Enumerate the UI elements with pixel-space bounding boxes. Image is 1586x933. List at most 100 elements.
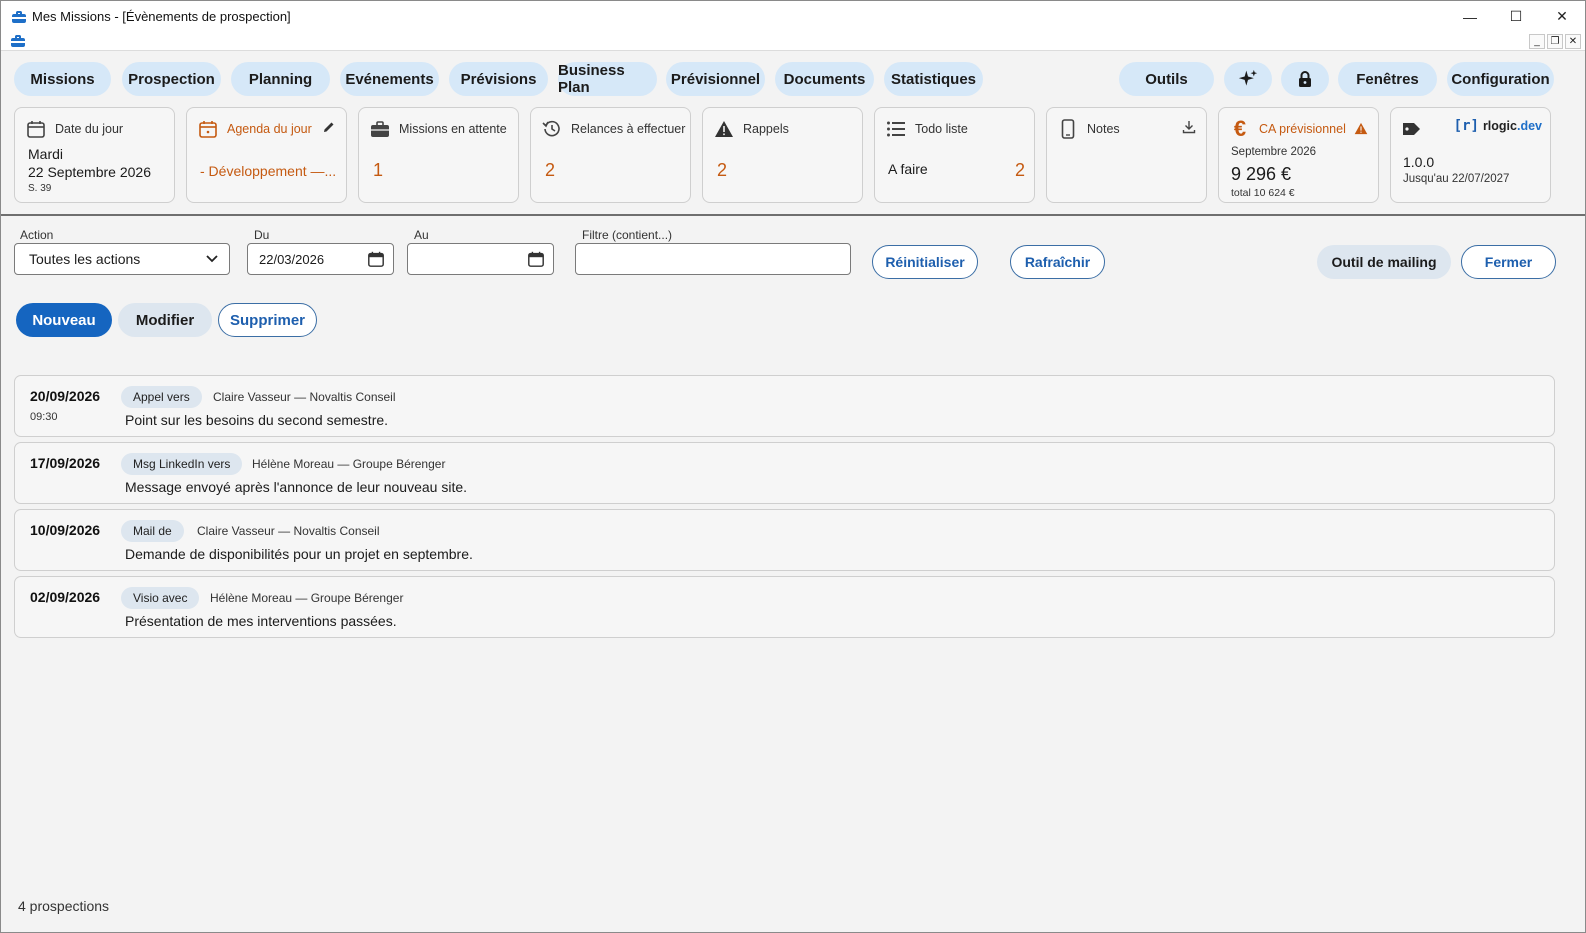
phone-icon bbox=[1057, 118, 1079, 140]
nav-outils[interactable]: Outils bbox=[1119, 62, 1214, 96]
warning-orange-icon bbox=[1354, 122, 1368, 140]
tile-notes[interactable]: Notes bbox=[1046, 107, 1207, 203]
event-date: 17/09/2026 bbox=[30, 455, 101, 471]
nav-missions[interactable]: Missions bbox=[14, 62, 111, 96]
mdi-bar: _ ❐ ✕ bbox=[1, 32, 1585, 51]
event-description: Présentation de mes interventions passée… bbox=[125, 613, 397, 629]
event-contact: Hélène Moreau — Groupe Bérenger bbox=[252, 457, 446, 471]
event-type-badge: Mail de bbox=[121, 520, 184, 542]
nouveau-button[interactable]: Nouveau bbox=[16, 303, 112, 337]
tile-date-du-jour[interactable]: Date du jour Mardi 22 Septembre 2026 S. … bbox=[14, 107, 175, 203]
du-value: 22/03/2026 bbox=[259, 251, 325, 267]
event-contact: Hélène Moreau — Groupe Bérenger bbox=[210, 591, 404, 605]
ca-total: total 10 624 € bbox=[1231, 187, 1295, 199]
fermer-button[interactable]: Fermer bbox=[1461, 245, 1556, 279]
week-number: S. 39 bbox=[28, 183, 52, 194]
nav-previsionnel[interactable]: Prévisionnel bbox=[666, 62, 765, 96]
mdi-close-button[interactable]: ✕ bbox=[1565, 34, 1581, 49]
lock-button[interactable] bbox=[1281, 62, 1329, 96]
dashboard-tiles: Date du jour Mardi 2 2 Septembre 2026 S. … bbox=[1, 107, 1585, 205]
list-item[interactable]: 20/09/2026 09:30 Appel vers Claire Vasse… bbox=[14, 375, 1555, 437]
calendar-picker-icon[interactable] bbox=[367, 250, 385, 271]
history-icon bbox=[541, 118, 563, 140]
chevron-down-icon bbox=[205, 251, 219, 268]
mdi-restore-button[interactable]: ❐ bbox=[1547, 34, 1563, 49]
briefcase-icon bbox=[369, 118, 391, 140]
modifier-button[interactable]: Modifier bbox=[118, 303, 212, 337]
tile-version[interactable]: [r] rlogic.dev 1.0.0 Jusqu'au 22/07/2027 bbox=[1390, 107, 1551, 203]
tile-missions-en-attente[interactable]: Missions en attente 1 bbox=[358, 107, 519, 203]
event-date: 02/09/2026 bbox=[30, 589, 101, 605]
minimize-button[interactable]: — bbox=[1447, 1, 1493, 32]
ca-period: Septembre 2026 bbox=[1231, 146, 1317, 158]
lock-icon bbox=[1299, 71, 1311, 87]
event-type-badge: Visio avec bbox=[121, 587, 200, 609]
nav-statistiques[interactable]: Statistiques bbox=[884, 62, 983, 96]
relances-count: 2 bbox=[545, 160, 556, 180]
list-icon bbox=[885, 118, 907, 140]
outil-de-mailing-button[interactable]: Outil de mailing bbox=[1317, 245, 1451, 279]
filtre-input[interactable] bbox=[575, 243, 851, 275]
event-description: Demande de disponibilités pour un projet… bbox=[125, 546, 473, 562]
tile-label: Date du jour bbox=[55, 122, 124, 136]
nav-evenements[interactable]: Evénements bbox=[340, 62, 439, 96]
tile-rappels[interactable]: Rappels 2 bbox=[702, 107, 863, 203]
sparkle-icon bbox=[1238, 69, 1258, 86]
tile-relances[interactable]: Relances à effectuer 2 bbox=[530, 107, 691, 203]
rappels-count: 2 bbox=[717, 160, 728, 180]
separator bbox=[1, 214, 1585, 216]
event-contact: Claire Vasseur — Novaltis Conseil bbox=[197, 524, 380, 538]
du-label: Du bbox=[254, 228, 270, 242]
download-icon[interactable] bbox=[1182, 120, 1196, 139]
action-label: Action bbox=[20, 228, 54, 242]
tile-ca-previsionnel[interactable]: € CA prévisionnel Septembre 2026 9 296 €… bbox=[1218, 107, 1379, 203]
nav-planning[interactable]: Planning bbox=[231, 62, 330, 96]
tile-label: Missions en attente bbox=[399, 122, 507, 136]
mdi-minimize-button[interactable]: _ bbox=[1529, 34, 1545, 49]
action-select[interactable]: Toutes les actions bbox=[14, 243, 230, 275]
close-button[interactable]: ✕ bbox=[1539, 1, 1585, 32]
rafraichir-button[interactable]: Rafraîchir bbox=[1010, 245, 1105, 279]
list-item[interactable]: 17/09/2026 Msg LinkedIn vers Hélène More… bbox=[14, 442, 1555, 504]
briefcase-mdi-icon[interactable] bbox=[11, 35, 25, 47]
list-item[interactable]: 02/09/2026 Visio avec Hélène Moreau — Gr… bbox=[14, 576, 1555, 638]
nav-configuration[interactable]: Configuration bbox=[1447, 62, 1554, 96]
tile-todo[interactable]: Todo liste A faire 2 bbox=[874, 107, 1035, 203]
todo-count: 2 bbox=[1014, 160, 1025, 180]
license-until: Jusqu'au 22/07/2027 bbox=[1403, 173, 1510, 185]
tile-label: Agenda du jour bbox=[227, 122, 312, 136]
tag-icon bbox=[1401, 118, 1423, 140]
reinitialiser-button[interactable]: Réinitialiser bbox=[872, 245, 978, 279]
event-type-badge: Msg LinkedIn vers bbox=[121, 453, 243, 475]
event-time: 09:30 bbox=[30, 411, 58, 423]
nav-previsions[interactable]: Prévisions bbox=[449, 62, 548, 96]
nav-documents[interactable]: Documents bbox=[775, 62, 874, 96]
missions-count: 1 bbox=[373, 160, 384, 180]
nav-business-plan[interactable]: Business Plan bbox=[558, 62, 657, 96]
du-date-input[interactable]: 22/03/2026 bbox=[247, 243, 394, 275]
event-date: 20/09/2026 bbox=[30, 388, 101, 404]
rlogic-logo: [r] rlogic.dev bbox=[1453, 118, 1542, 134]
pencil-icon[interactable] bbox=[322, 120, 336, 139]
event-contact: Claire Vasseur — Novaltis Conseil bbox=[213, 390, 396, 404]
calendar-picker-icon[interactable] bbox=[527, 250, 545, 271]
warning-icon bbox=[713, 118, 735, 140]
calendar-orange-icon bbox=[197, 118, 219, 140]
tile-label: Rappels bbox=[743, 122, 789, 136]
app-window: Mes Missions - [Évènements de prospectio… bbox=[0, 0, 1586, 933]
day-name: Mardi bbox=[28, 146, 64, 162]
version-number: 1.0.0 bbox=[1403, 154, 1435, 170]
au-date-input[interactable] bbox=[407, 243, 554, 275]
nav-prospection[interactable]: Prospection bbox=[122, 62, 221, 96]
tile-label: Todo liste bbox=[915, 122, 968, 136]
tile-agenda[interactable]: Agenda du jour - Développement —... bbox=[186, 107, 347, 203]
list-item[interactable]: 10/09/2026 Mail de Claire Vasseur — Nova… bbox=[14, 509, 1555, 571]
event-description: Point sur les besoins du second semestre… bbox=[125, 412, 389, 428]
au-label: Au bbox=[414, 228, 429, 242]
maximize-button[interactable]: ☐ bbox=[1493, 1, 1539, 32]
event-type-badge: Appel vers bbox=[121, 386, 202, 408]
main-navigation: Missions Prospection Planning Evénements… bbox=[1, 52, 1585, 104]
nav-fenetres[interactable]: Fenêtres bbox=[1338, 62, 1437, 96]
supprimer-button[interactable]: Supprimer bbox=[218, 303, 317, 337]
sparkle-button[interactable] bbox=[1224, 62, 1272, 96]
